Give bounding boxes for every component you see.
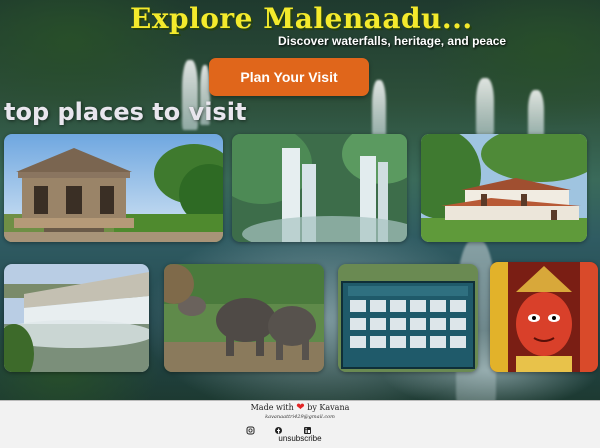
gallery-image-waterfall[interactable] — [232, 134, 407, 242]
instagram-icon[interactable] — [246, 426, 255, 435]
made-suffix: by Kavana — [307, 403, 350, 412]
gallery-image-heritage-house[interactable] — [421, 134, 587, 242]
bird-sign-image — [338, 264, 478, 372]
deity-image — [490, 262, 598, 372]
facebook-icon[interactable] — [275, 427, 282, 434]
gallery-image-temple[interactable] — [4, 134, 223, 242]
dam-image — [4, 264, 149, 372]
made-prefix: Made with — [250, 403, 294, 412]
heritage-house-image — [421, 134, 587, 242]
heart-icon: ❤ — [296, 402, 305, 413]
elephant-image — [164, 264, 324, 372]
unsubscribe-link[interactable]: unsubscribe — [0, 434, 600, 443]
section-heading: top places to visit — [4, 98, 247, 126]
social-icons — [246, 421, 316, 435]
gallery-image-deity[interactable] — [490, 262, 598, 372]
footer: Made with ❤ by Kavana kavanaattri429@gma… — [0, 400, 600, 448]
plan-visit-button[interactable]: Plan Your Visit — [209, 58, 369, 96]
temple-image — [4, 134, 223, 242]
hero-title: Explore Malenaadu... — [130, 2, 473, 35]
waterfall-image — [232, 134, 407, 242]
linkedin-icon[interactable] — [304, 427, 311, 434]
footer-email: kavanaattri429@gmail.com — [265, 414, 335, 420]
gallery-image-elephants[interactable] — [164, 264, 324, 372]
hero-subtitle: Discover waterfalls, heritage, and peace — [278, 34, 507, 48]
gallery-image-dam[interactable] — [4, 264, 149, 372]
made-with-credit: Made with ❤ by Kavana — [0, 402, 600, 413]
gallery-image-bird-sign[interactable] — [338, 264, 478, 372]
